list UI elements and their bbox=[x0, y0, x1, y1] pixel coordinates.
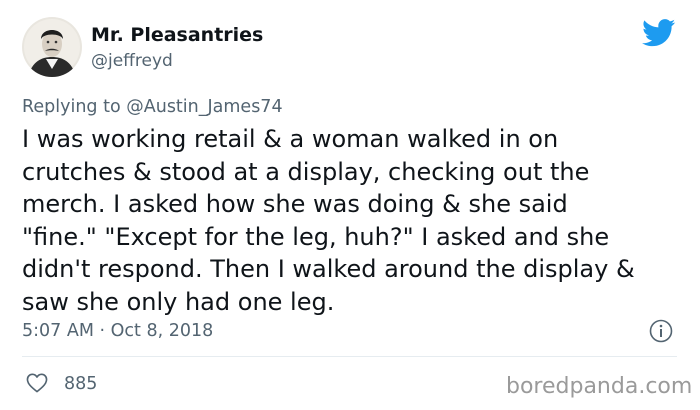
author-handle[interactable]: @jeffreyd bbox=[91, 51, 173, 71]
tweet-text-line: I was working retail & a woman walked in… bbox=[22, 125, 559, 153]
watermark: boredpanda.com bbox=[506, 374, 693, 399]
divider bbox=[22, 356, 677, 357]
tweet-text-line: "fine." "Except for the leg, huh?" I ask… bbox=[22, 222, 610, 251]
author-name[interactable]: Mr. Pleasantries bbox=[91, 24, 263, 46]
tweet-text: I was working retail & a woman walked in… bbox=[22, 123, 692, 318]
tweet-text-line: saw she only had one leg. bbox=[22, 287, 335, 316]
twitter-bird-icon[interactable] bbox=[642, 19, 676, 47]
tweet-text-line: crutches & stood at a display, checking … bbox=[22, 157, 590, 186]
tweet-timestamp[interactable]: 5:07 AM · Oct 8, 2018 bbox=[22, 320, 213, 342]
tweet-text-line: merch. I asked how she was doing & she s… bbox=[22, 190, 568, 218]
heart-icon[interactable] bbox=[26, 373, 48, 393]
reply-context: Replying to @Austin_James74 bbox=[22, 96, 283, 118]
tweet-card: Mr. Pleasantries @jeffreyd Replying to @… bbox=[0, 0, 700, 410]
like-count: 885 bbox=[64, 374, 98, 394]
tweet-text-line: didn't respond. Then I walked around the… bbox=[22, 255, 635, 283]
avatar[interactable] bbox=[22, 17, 82, 77]
reply-target-link[interactable]: @Austin_James74 bbox=[126, 97, 282, 117]
reply-prefix: Replying to bbox=[22, 97, 121, 117]
info-icon[interactable] bbox=[649, 319, 673, 343]
